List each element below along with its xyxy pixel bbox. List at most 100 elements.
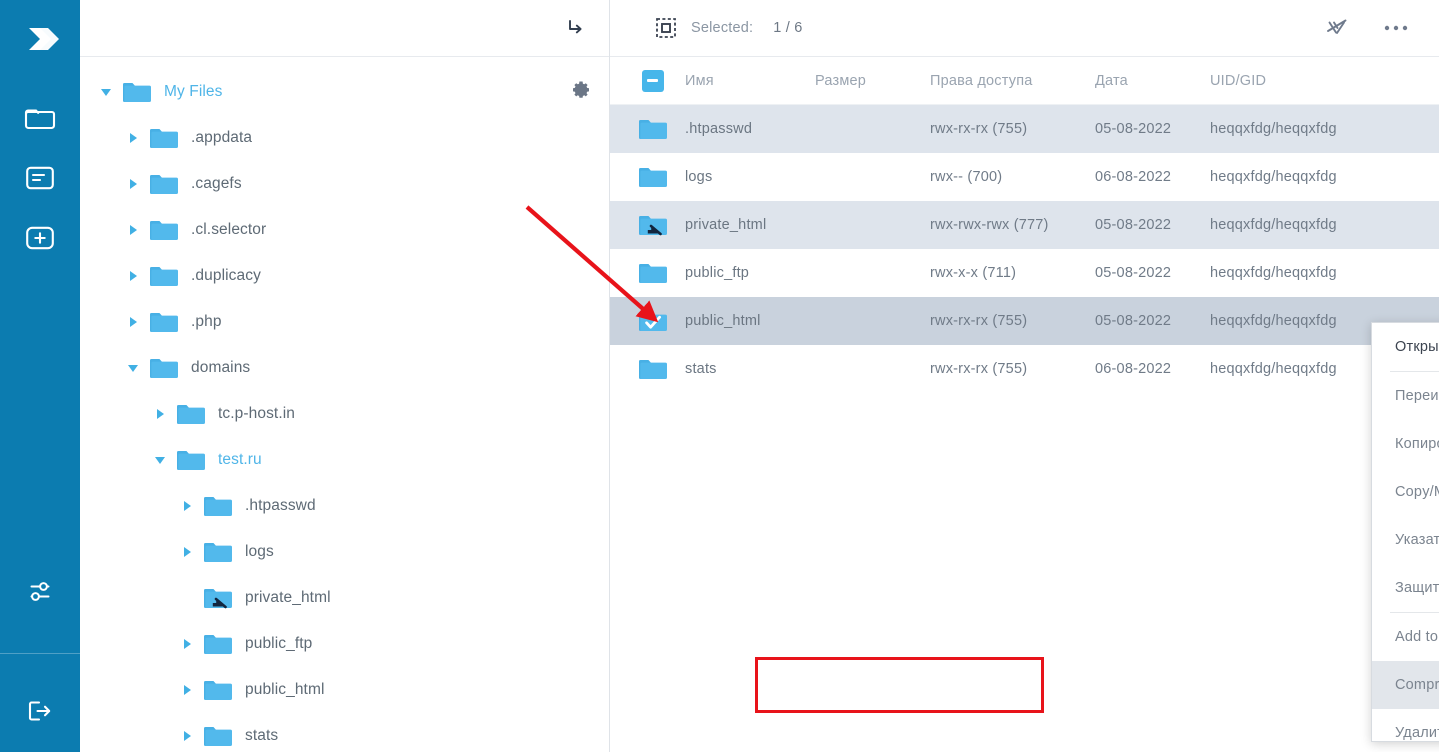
folder-icon <box>149 172 179 196</box>
row-uidgid: heqqxfdg/heqqxfdg <box>1210 121 1337 137</box>
tree-item-label: .cagefs <box>191 175 242 192</box>
goto-arrow-icon[interactable] <box>564 17 586 39</box>
tree-item-my-files[interactable]: My Files <box>80 69 609 115</box>
chevron-down-icon[interactable] <box>125 360 141 376</box>
tree-item-label: .cl.selector <box>191 221 267 238</box>
column-header-size[interactable]: Размер <box>815 73 930 89</box>
table-row[interactable]: logs rwx-- (700) 06-08-2022 heqqxfdg/heqqxf… <box>610 153 1439 201</box>
folder-icon[interactable] <box>638 261 668 285</box>
context-menu-item[interactable]: Compress and download <box>1372 661 1439 709</box>
context-menu-item[interactable]: Переименовать <box>1372 372 1439 420</box>
tree-item-cl-selector[interactable]: .cl.selector <box>80 207 609 253</box>
folder-symlink-icon[interactable] <box>638 213 668 237</box>
column-header-date[interactable]: Дата <box>1095 73 1210 89</box>
tree-item-label: My Files <box>164 83 223 100</box>
tree-item-duplicacy[interactable]: .duplicacy <box>80 253 609 299</box>
chevron-right-icon[interactable] <box>125 222 141 238</box>
tree-item-label: stats <box>245 727 279 744</box>
tree-item-appdata[interactable]: .appdata <box>80 115 609 161</box>
folder-tree-list: My Files .appdata .cagefs .cl.selector .dupl… <box>80 57 609 752</box>
chevron-down-icon[interactable] <box>152 452 168 468</box>
folder-checked-icon[interactable] <box>638 309 668 333</box>
folder-icon[interactable] <box>638 357 668 381</box>
chevron-down-icon[interactable] <box>98 84 114 100</box>
context-menu-item[interactable]: Открыть <box>1372 323 1439 371</box>
row-name: stats <box>685 361 717 377</box>
context-menu-item[interactable]: Add to archive <box>1372 613 1439 661</box>
row-folder-icon-cell[interactable] <box>610 261 685 285</box>
context-menu-item[interactable]: Указать права доступа <box>1372 516 1439 564</box>
select-all-checkbox[interactable] <box>641 69 664 92</box>
chevron-right-icon[interactable] <box>179 728 195 744</box>
sidebar-item-settings[interactable] <box>17 571 63 617</box>
file-list-panel: Selected: 1 / 6 Имя Размер Права доступа… <box>610 0 1439 752</box>
tree-item-php[interactable]: .php <box>80 299 609 345</box>
selected-label: Selected: <box>691 20 754 36</box>
sidebar-item-documents[interactable] <box>17 157 63 203</box>
sidebar-item-create-new[interactable] <box>17 217 63 263</box>
tree-item-stats[interactable]: stats <box>80 713 609 752</box>
more-options-icon[interactable] <box>1383 24 1409 32</box>
tree-item-label: public_html <box>245 681 325 698</box>
table-row[interactable]: stats rwx-rx-rx (755) 06-08-2022 heqqxfdg/h… <box>610 345 1439 393</box>
chevron-right-icon[interactable] <box>125 130 141 146</box>
folder-icon[interactable] <box>638 117 668 141</box>
tree-item-logs[interactable]: logs <box>80 529 609 575</box>
tree-item-label: .php <box>191 313 222 330</box>
chevron-right-icon[interactable] <box>125 314 141 330</box>
tree-item-cagefs[interactable]: .cagefs <box>80 161 609 207</box>
tree-item-public-html[interactable]: public_html <box>80 667 609 713</box>
rail-divider <box>0 653 80 654</box>
context-menu-item[interactable]: Удалить <box>1372 709 1439 741</box>
context-menu-item[interactable]: Защитить <box>1372 564 1439 612</box>
chevron-right-icon[interactable] <box>152 406 168 422</box>
tree-item-public-ftp[interactable]: public_ftp <box>80 621 609 667</box>
row-permissions: rwx-rwx-rwx (777) <box>930 217 1049 233</box>
table-row[interactable]: private_html rwx-rwx-rwx (777) 05-08-2022 h… <box>610 201 1439 249</box>
chevron-right-icon[interactable] <box>179 682 195 698</box>
table-row[interactable]: public_ftp rwx-x-x (711) 05-08-2022 heqqxfd… <box>610 249 1439 297</box>
tree-item-tc-p-host-in[interactable]: tc.p-host.in <box>80 391 609 437</box>
sidebar-item-logout[interactable] <box>17 690 63 736</box>
selection-box-icon[interactable] <box>655 17 677 39</box>
gear-icon[interactable] <box>571 80 591 105</box>
context-menu-item[interactable]: Копировать <box>1372 420 1439 468</box>
folder-icon <box>176 402 206 426</box>
toolbar-right-actions <box>1323 14 1409 42</box>
row-folder-icon-cell[interactable] <box>610 117 685 141</box>
tree-item-label: .duplicacy <box>191 267 261 284</box>
row-name: public_ftp <box>685 265 750 281</box>
chevron-right-icon[interactable] <box>179 498 195 514</box>
tree-item-test-ru[interactable]: test.ru <box>80 437 609 483</box>
row-folder-icon-cell[interactable] <box>610 357 685 381</box>
tree-item-private-html[interactable]: private_html <box>80 575 609 621</box>
column-header-uidgid[interactable]: UID/GID <box>1210 73 1439 89</box>
row-folder-icon-cell[interactable] <box>610 213 685 237</box>
tree-item-htpasswd[interactable]: .htpasswd <box>80 483 609 529</box>
tree-item-label: tc.p-host.in <box>218 405 296 422</box>
select-all-checkbox-cell <box>610 69 685 92</box>
row-uidgid: heqqxfdg/heqqxfdg <box>1210 217 1337 233</box>
column-header-permissions[interactable]: Права доступа <box>930 73 1095 89</box>
deselect-all-icon[interactable] <box>1323 14 1351 42</box>
row-name: public_html <box>685 313 761 329</box>
chevron-right-icon[interactable] <box>125 176 141 192</box>
table-row[interactable]: public_html rwx-rx-rx (755) 05-08-2022 heqq… <box>610 297 1439 345</box>
chevron-right-icon[interactable] <box>179 544 195 560</box>
row-permissions: rwx-x-x (711) <box>930 265 1017 281</box>
context-menu-item[interactable]: Copy/Move to... <box>1372 468 1439 516</box>
sidebar-item-file-manager[interactable] <box>17 97 63 143</box>
row-folder-icon-cell[interactable] <box>610 165 685 189</box>
column-header-name[interactable]: Имя <box>685 73 815 89</box>
tree-item-domains[interactable]: domains <box>80 345 609 391</box>
chevron-right-icon[interactable] <box>179 636 195 652</box>
row-date: 05-08-2022 <box>1095 217 1172 233</box>
folder-icon[interactable] <box>638 165 668 189</box>
chevrons-right-logo-icon[interactable] <box>17 16 63 67</box>
chevron-right-icon[interactable] <box>125 268 141 284</box>
table-row[interactable]: .htpasswd rwx-rx-rx (755) 05-08-2022 heqqxf… <box>610 105 1439 153</box>
row-date: 06-08-2022 <box>1095 169 1172 185</box>
row-folder-icon-cell[interactable] <box>610 309 685 333</box>
folder-icon <box>149 126 179 150</box>
row-uidgid: heqqxfdg/heqqxfdg <box>1210 265 1337 281</box>
